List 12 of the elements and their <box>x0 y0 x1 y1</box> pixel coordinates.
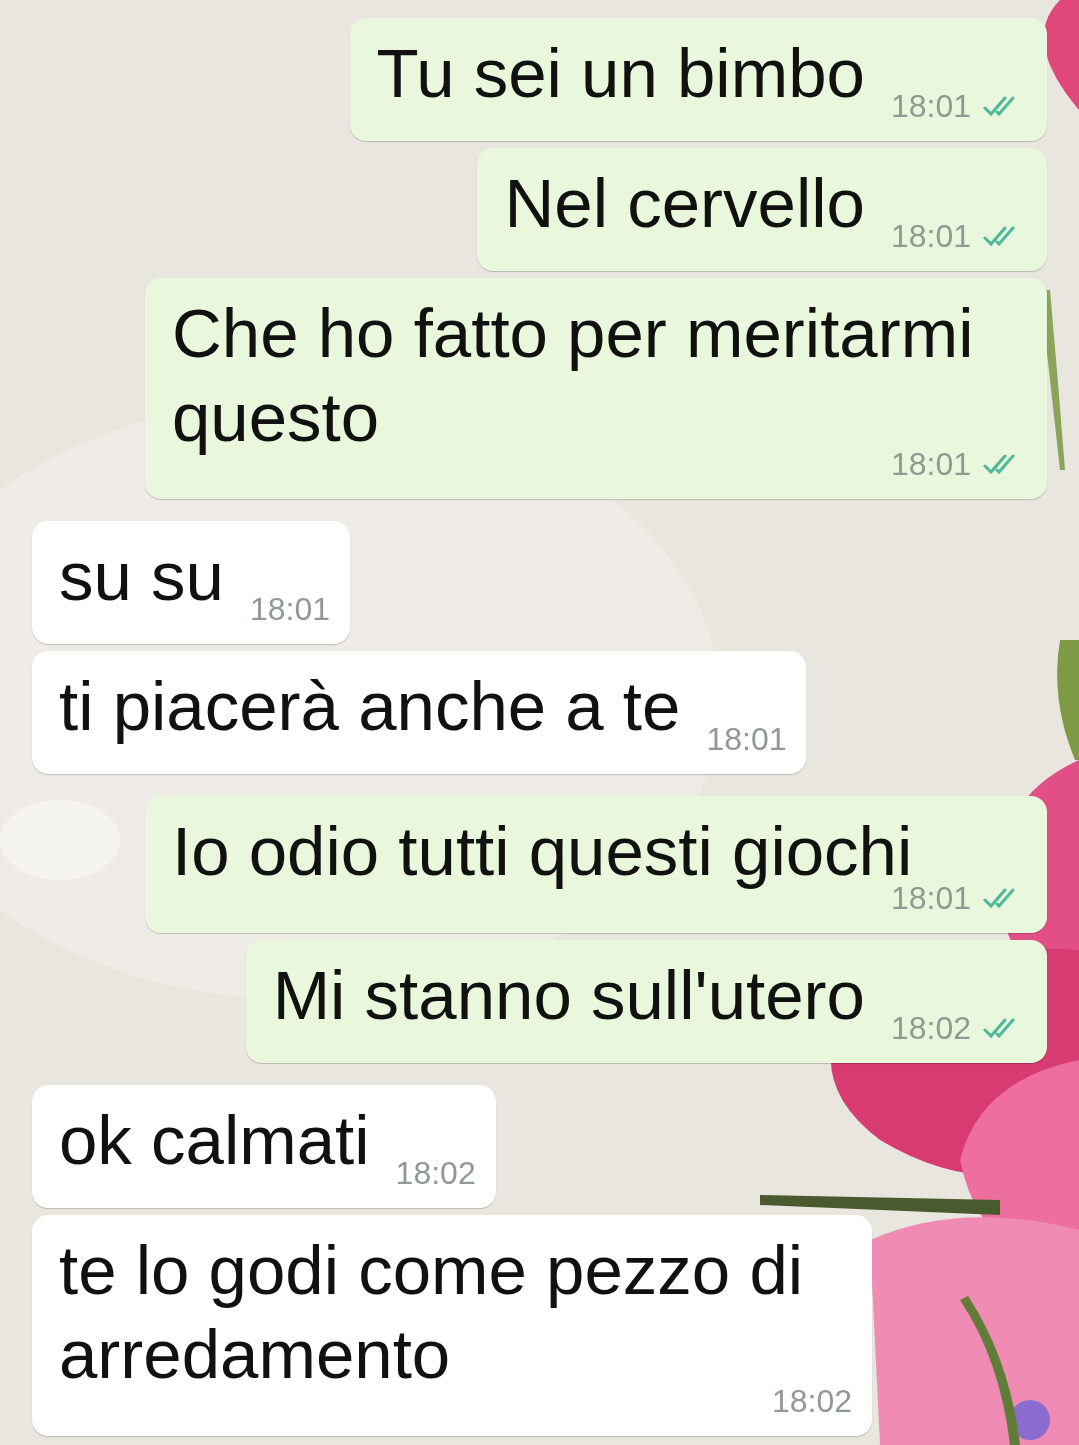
message-text: su su <box>59 537 224 617</box>
message-time: 18:01 <box>706 721 787 757</box>
message-text: Mi stanno sull'utero <box>272 956 865 1036</box>
message-time: 18:01 <box>890 88 971 124</box>
message-text: ti piacerà anche a te <box>59 667 681 747</box>
message-text: Tu sei un bimbo <box>376 34 865 114</box>
message-time: 18:02 <box>890 1010 971 1046</box>
message-time: 18:01 <box>890 218 971 254</box>
message-text: Nel cervello <box>504 164 865 244</box>
message-text: ok calmati <box>59 1101 370 1181</box>
message-time: 18:02 <box>395 1155 476 1191</box>
message-time: 18:01 <box>249 591 330 627</box>
